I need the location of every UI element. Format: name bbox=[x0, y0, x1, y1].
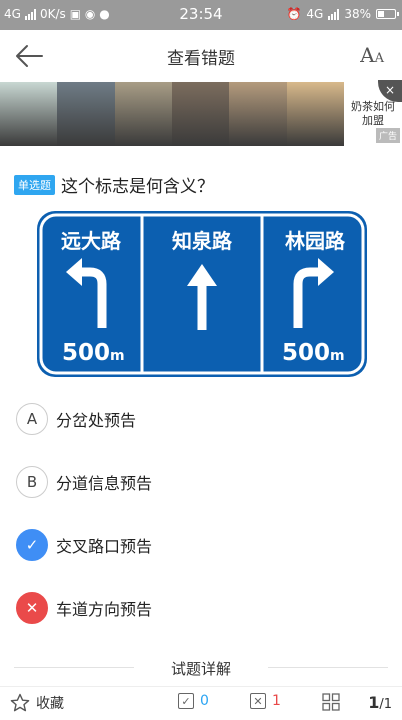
ad-photo-0 bbox=[0, 82, 58, 146]
question-type-badge: 单选题 bbox=[14, 174, 55, 195]
wrong-count-button[interactable]: ✕ 1 bbox=[250, 693, 281, 709]
status-bar: 4G 0K/s ▣ ◉ ● 23:54 ⏰ 4G 38% bbox=[0, 0, 402, 30]
option-a-text: 分岔处预告 bbox=[56, 411, 137, 430]
page-title: 查看错题 bbox=[167, 49, 235, 69]
ad-tag: 广告 bbox=[375, 128, 400, 143]
distance-left-unit: m bbox=[110, 348, 125, 364]
wrong-count: 1 bbox=[272, 693, 281, 709]
option-c[interactable]: ✓ 交叉路口预告 bbox=[16, 528, 152, 562]
battery-icon bbox=[376, 9, 399, 19]
app-header: 查看错题 AA bbox=[0, 30, 402, 82]
ad-image[interactable] bbox=[0, 82, 344, 146]
ad-photo-5 bbox=[286, 82, 344, 146]
road-name-right: 林园路 bbox=[285, 229, 346, 253]
distance-left: 500 bbox=[62, 340, 110, 366]
checkmark-icon: ✓ bbox=[16, 529, 48, 561]
ad-side[interactable]: 奶茶如何加盟 广告 × bbox=[344, 80, 402, 146]
option-b-text: 分道信息预告 bbox=[56, 474, 153, 493]
battery-percent: 38% bbox=[344, 7, 371, 21]
distance-right-unit: m bbox=[330, 348, 345, 364]
check-box-icon: ✓ bbox=[178, 693, 194, 709]
distance-right: 500 bbox=[282, 340, 330, 366]
page-total: /1 bbox=[379, 697, 392, 712]
ad-photo-3 bbox=[171, 82, 230, 146]
option-c-text: 交叉路口预告 bbox=[56, 537, 153, 556]
bottom-bar: 收藏 ✓ 0 ✕ 1 1/1 bbox=[0, 686, 402, 720]
star-icon bbox=[10, 693, 30, 712]
option-b-badge: B bbox=[16, 466, 48, 498]
cross-box-icon: ✕ bbox=[250, 693, 266, 709]
option-b[interactable]: B 分道信息预告 bbox=[16, 465, 152, 499]
question-text: 这个标志是何含义？ bbox=[61, 177, 214, 197]
explanation-title: 试题详解 bbox=[170, 660, 231, 678]
favorite-label: 收藏 bbox=[36, 696, 64, 712]
alarm-icon: ⏰ bbox=[286, 7, 302, 21]
option-a-badge: A bbox=[16, 403, 48, 435]
question: 单选题 这个标志是何含义？ bbox=[14, 172, 214, 197]
favorite-button[interactable]: 收藏 bbox=[10, 693, 64, 713]
correct-count: 0 bbox=[200, 693, 209, 709]
ad-close-icon[interactable]: × bbox=[378, 80, 402, 102]
page-current: 1 bbox=[368, 693, 380, 712]
option-d[interactable]: ✕ 车道方向预告 bbox=[16, 591, 152, 625]
grid-icon bbox=[322, 693, 340, 711]
page-indicator: 1/1 bbox=[368, 693, 392, 712]
network-right-label: 4G bbox=[306, 7, 324, 21]
road-name-center: 知泉路 bbox=[172, 229, 233, 253]
road-sign-image: 远大路 知泉路 林园路 500 m 500 m bbox=[37, 211, 367, 377]
divider-right bbox=[268, 667, 388, 668]
cross-icon: ✕ bbox=[16, 592, 48, 624]
ad-photo-4 bbox=[229, 82, 287, 146]
option-d-text: 车道方向预告 bbox=[56, 600, 153, 619]
signal-icon-right bbox=[328, 8, 340, 20]
ad-photo-2 bbox=[114, 82, 172, 146]
font-size-icon[interactable]: AA bbox=[360, 43, 384, 67]
road-name-left: 远大路 bbox=[61, 229, 122, 253]
ad-banner[interactable]: 奶茶如何加盟 广告 × bbox=[0, 80, 402, 146]
ad-photo-1 bbox=[57, 82, 115, 146]
option-a[interactable]: A 分岔处预告 bbox=[16, 402, 136, 436]
ad-text: 奶茶如何加盟 bbox=[351, 100, 395, 127]
question-grid-button[interactable] bbox=[322, 693, 340, 711]
correct-count-button[interactable]: ✓ 0 bbox=[178, 693, 209, 709]
explanation-header: 试题详解 bbox=[14, 656, 388, 680]
